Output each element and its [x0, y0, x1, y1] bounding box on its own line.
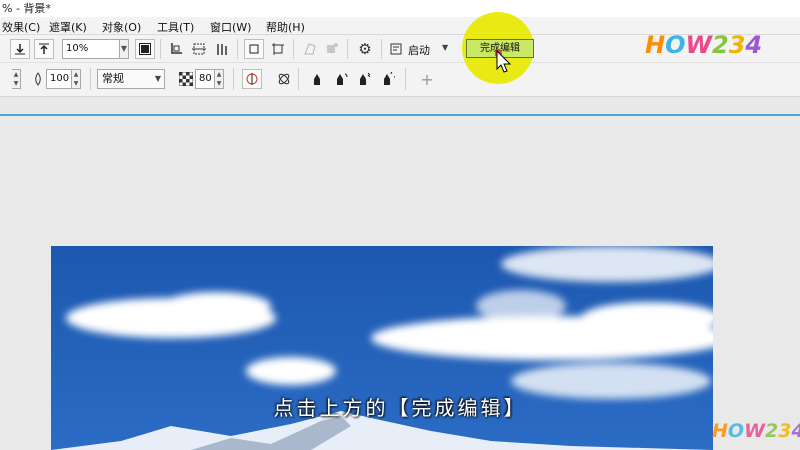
frame-button[interactable]: [244, 39, 264, 59]
pen-pressure-icon[interactable]: [307, 69, 327, 89]
mirror-button[interactable]: [242, 69, 262, 89]
toolbar-separator: [160, 39, 161, 59]
menu-item-window[interactable]: 窗口(W): [210, 19, 251, 35]
menu-item-effects[interactable]: 效果(C): [2, 19, 40, 35]
disabled-distort-icon: [300, 39, 320, 59]
zoom-input[interactable]: 10%: [62, 39, 120, 59]
menu-item-tools[interactable]: 工具(T): [157, 19, 194, 35]
fit-screen-icon: [139, 43, 151, 55]
pen-tilt-icon[interactable]: [331, 69, 351, 89]
transparency-checker-icon: [176, 69, 196, 89]
arrow-up-icon: [39, 43, 49, 54]
watermark-logo: HOW234: [712, 420, 800, 442]
brush-size-input[interactable]: 100: [46, 69, 72, 89]
add-plus-icon[interactable]: +: [417, 69, 437, 89]
pen-bearing-icon[interactable]: [354, 69, 374, 89]
pen-rotation-icon[interactable]: [378, 69, 398, 89]
chevron-down-icon: ▼: [154, 74, 161, 83]
opacity-spinner[interactable]: ▲ ▼: [215, 69, 224, 89]
zoom-dropdown-arrow[interactable]: ▼: [120, 39, 129, 59]
mirror-icon: [246, 73, 258, 85]
blend-mode-value: 常规: [102, 72, 124, 85]
toolbar-separator: [233, 68, 234, 90]
brand-logo: HOW234: [645, 31, 763, 59]
window-title: % - 背景*: [2, 2, 51, 15]
toolbar-separator: [90, 68, 91, 90]
blend-mode-select[interactable]: 常规 ▼: [97, 69, 165, 89]
toolbar-separator: [293, 39, 294, 59]
launch-dropdown-arrow[interactable]: ▼: [442, 43, 448, 52]
opacity-input[interactable]: 80: [195, 69, 215, 89]
align-bottom-button[interactable]: [10, 39, 30, 59]
launch-label[interactable]: 启动: [408, 42, 430, 58]
align-top-button[interactable]: [34, 39, 54, 59]
tutorial-subtitle: 点击上方的【完成编辑】: [273, 396, 527, 420]
left-spinner[interactable]: ▲ ▼: [12, 69, 21, 89]
grid-snap-icon[interactable]: [212, 39, 232, 59]
menu-item-help[interactable]: 帮助(H): [266, 19, 305, 35]
crop-corner-icon[interactable]: [166, 39, 186, 59]
mouse-cursor-icon: [495, 49, 512, 73]
symmetry-icon[interactable]: [274, 69, 294, 89]
fit-window-button[interactable]: [135, 39, 155, 59]
brush-tip-icon: [28, 69, 48, 89]
toolbar-separator: [347, 39, 348, 59]
window-title-bar: % - 背景*: [0, 0, 800, 17]
launch-icon: [386, 39, 406, 59]
brush-size-spinner[interactable]: ▲ ▼: [72, 69, 81, 89]
menu-item-mask[interactable]: 遮罩(K): [49, 19, 87, 35]
toolbar-separator: [381, 39, 382, 59]
property-toolbar: ▲ ▼ 100 ▲ ▼ 常规 ▼ 80 ▲ ▼ +: [0, 63, 800, 97]
disabled-options-icon: [322, 39, 342, 59]
toolbar-separator: [405, 68, 406, 90]
guide-icon[interactable]: [189, 39, 209, 59]
frame-icon: [249, 44, 259, 54]
transform-icon[interactable]: [268, 39, 288, 59]
toolbar-separator: [298, 68, 299, 90]
menu-item-object[interactable]: 对象(O): [102, 19, 141, 35]
toolbar-separator: [237, 39, 238, 59]
settings-gear-icon[interactable]: ⚙: [355, 39, 375, 59]
arrow-down-icon: [15, 44, 25, 55]
